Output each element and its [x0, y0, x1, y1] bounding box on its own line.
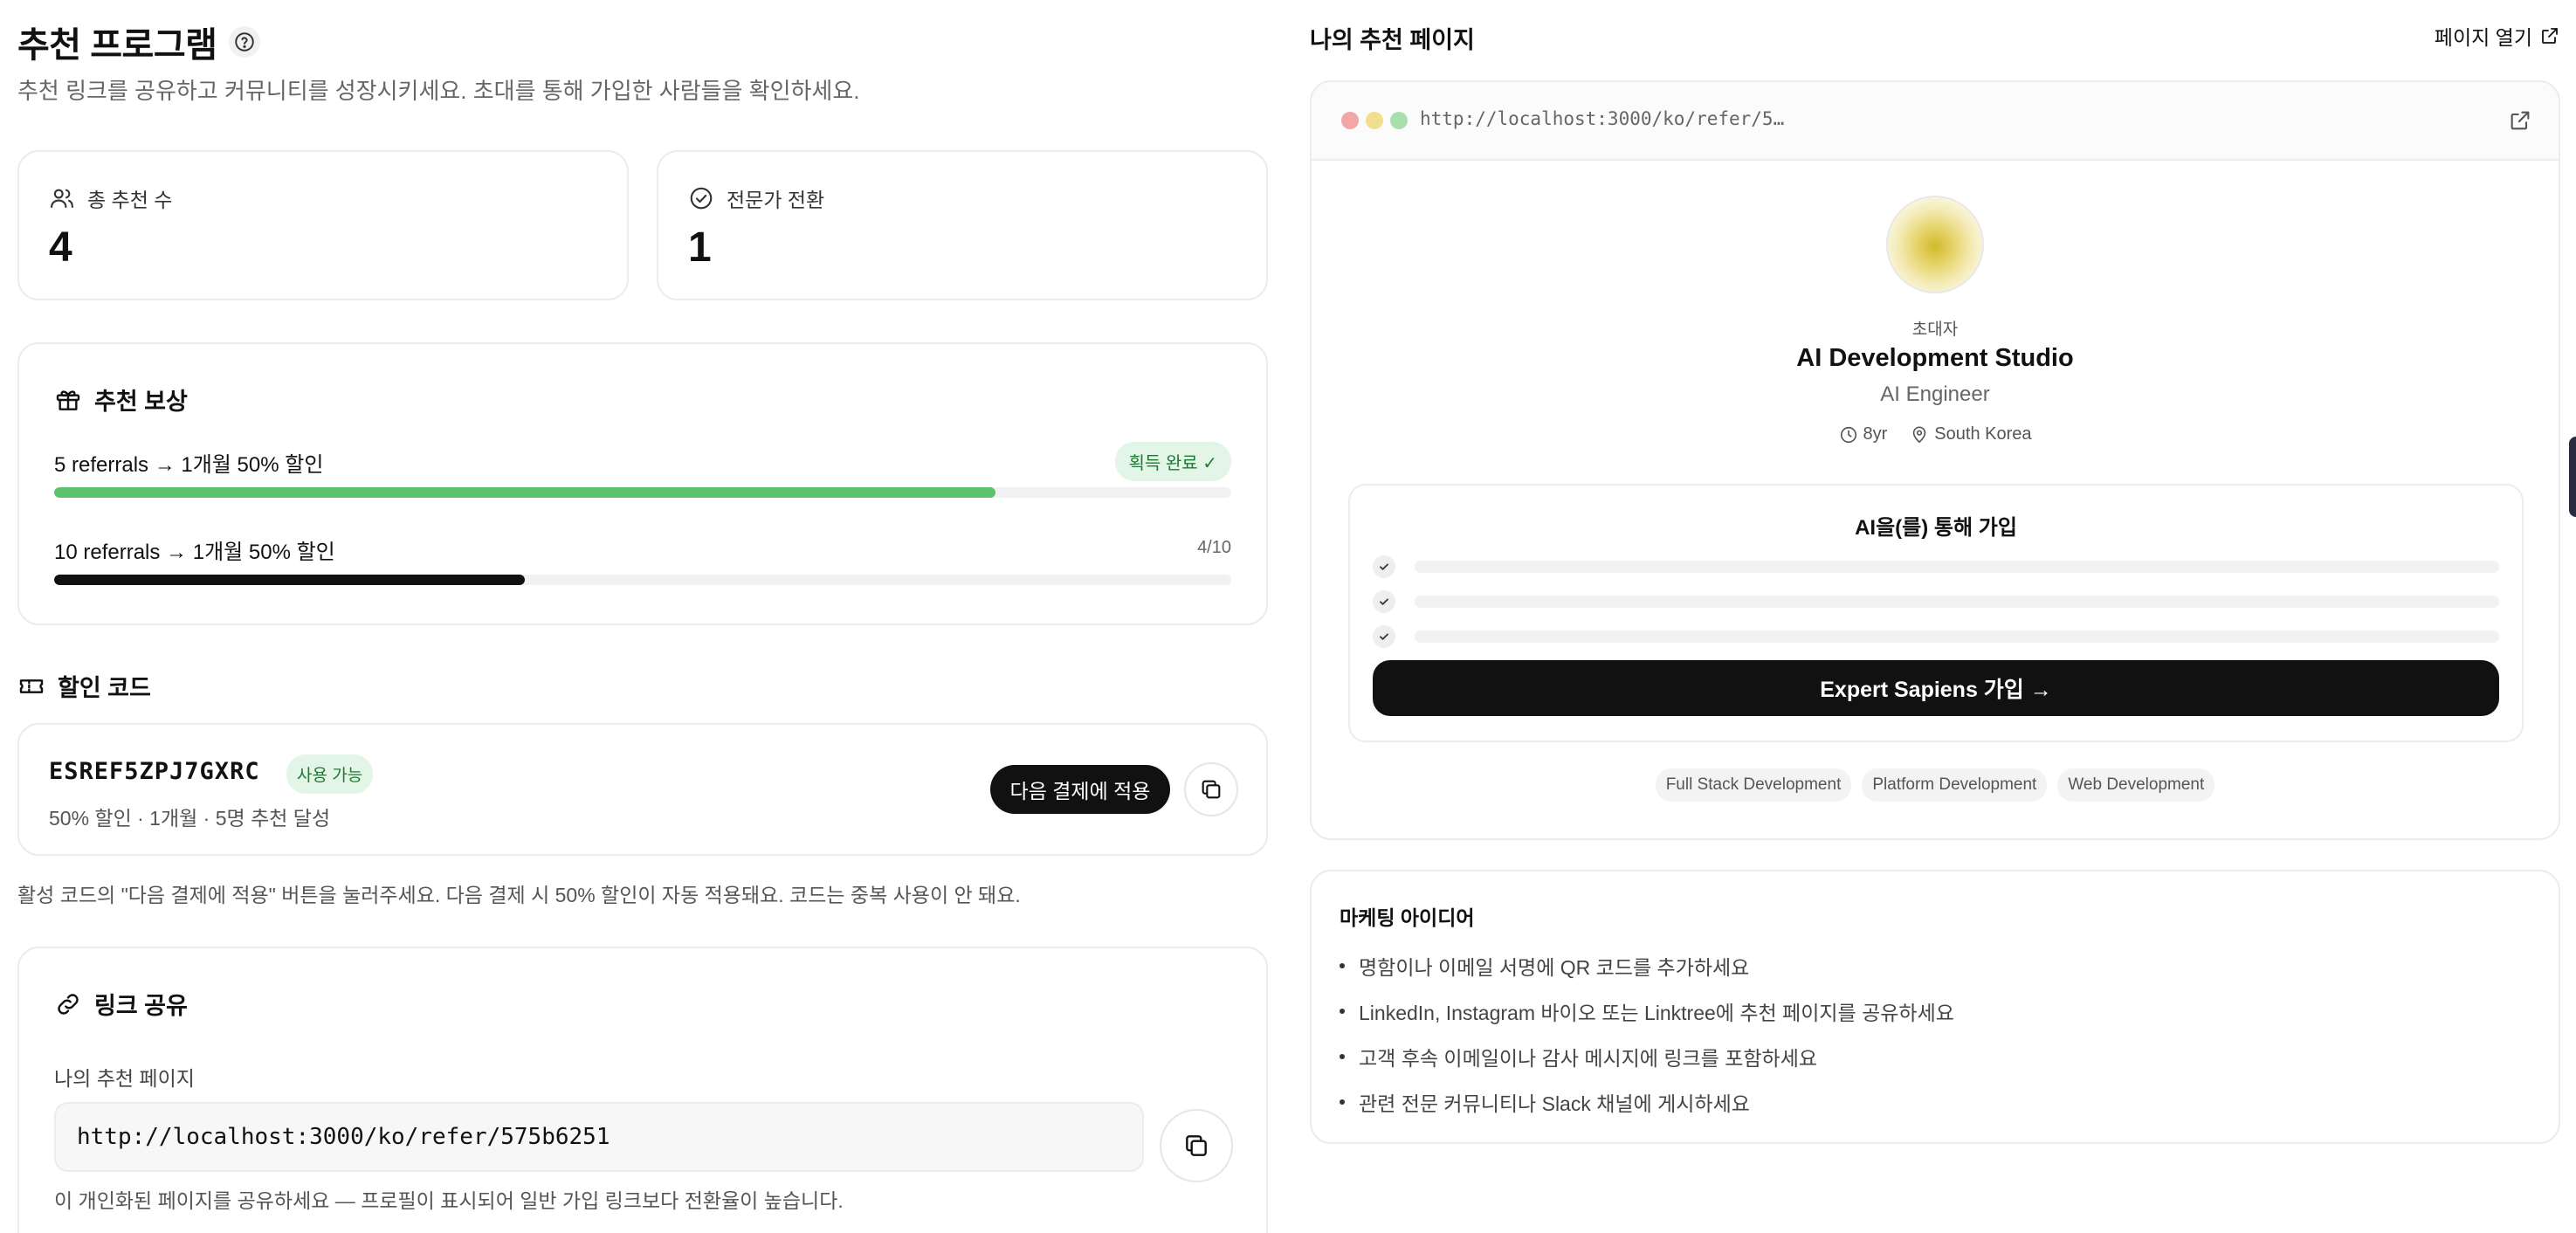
discount-code-card: ESREF5ZPJ7GXRC 사용 가능 50% 할인 · 1개월 · 5명 추… [17, 723, 1268, 856]
skill-tag: Web Development [2057, 768, 2215, 802]
copy-icon [1182, 1132, 1210, 1160]
external-link-icon[interactable] [2508, 108, 2532, 133]
benefit-row [1373, 555, 2499, 578]
inviter-meta: 8yr South Korea [1312, 424, 2559, 444]
list-item: 고객 후속 이메일이나 감사 메시지에 링크를 포함하세요 [1340, 1034, 1954, 1079]
share-heading: 링크 공유 [94, 993, 188, 1019]
check-icon [1373, 590, 1395, 613]
location-pin-icon [1910, 425, 1929, 444]
referral-url-field[interactable] [54, 1102, 1144, 1172]
discount-code[interactable]: ESREF5ZPJ7GXRC [49, 758, 260, 785]
clock-icon [1839, 425, 1858, 444]
stat-label: 전문가 전환 [727, 189, 825, 211]
reward-label: 10 referrals → 1개월 50% 할인 [54, 541, 335, 564]
inviter-role: AI Engineer [1880, 382, 1990, 406]
skeleton-line [1415, 596, 2499, 608]
inviter-label: 초대자 [1911, 320, 1959, 339]
rewards-heading: 추천 보상 [94, 389, 188, 415]
reward-tier-1: 5 referrals → 1개월 50% 할인 획득 완료 ✓ [54, 442, 1231, 499]
progress-fill [54, 487, 996, 498]
join-card: AI을(를) 통해 가입 Expert Sapiens 가입 → [1348, 484, 2524, 742]
share-note: 이 개인화된 페이지를 공유하세요 — 프로필이 표시되어 일반 가입 링크보다… [54, 1189, 844, 1212]
list-item: LinkedIn, Instagram 바이오 또는 Linktree에 추천 … [1340, 988, 1954, 1034]
copy-icon [1199, 777, 1223, 802]
help-icon[interactable] [229, 26, 261, 58]
link-icon [54, 990, 82, 1018]
copy-code-button[interactable] [1184, 762, 1238, 816]
reward-progress-count: 4/10 [1197, 538, 1231, 557]
copy-link-button[interactable] [1160, 1109, 1233, 1182]
marketing-title: 마케팅 아이디어 [1340, 906, 1475, 929]
avatar [1886, 196, 1984, 293]
check-icon [1373, 555, 1395, 578]
skeleton-line [1415, 561, 2499, 573]
check-icon [1373, 625, 1395, 648]
open-page-label: 페이지 열기 [2434, 26, 2532, 49]
skeleton-line [1415, 630, 2499, 643]
side-edge-tab[interactable] [2569, 437, 2576, 517]
discount-note: 활성 코드의 "다음 결제에 적용" 버튼을 눌러주세요. 다음 결제 시 50… [17, 884, 1021, 906]
reward-label: 5 referrals → 1개월 50% 할인 [54, 453, 324, 477]
discount-heading: 할인 코드 [58, 675, 151, 701]
benefit-row [1373, 590, 2499, 613]
browser-url: http://localhost:3000/ko/refer/5… [1420, 108, 1785, 129]
list-item: 관련 전문 커뮤니티나 Slack 채널에 게시하세요 [1340, 1079, 1954, 1125]
check-circle-icon [688, 185, 714, 211]
progress-fill [54, 575, 526, 585]
stat-card-total-referrals: 총 추천 수 4 [17, 150, 629, 300]
window-minimize-dot [1366, 112, 1383, 129]
browser-toolbar: http://localhost:3000/ko/refer/5… [1312, 82, 2559, 161]
rewards-card: 추천 보상 5 referrals → 1개월 50% 할인 획득 완료 ✓ 1… [17, 342, 1268, 625]
browser-preview: http://localhost:3000/ko/refer/5… 초대자 AI… [1310, 80, 2560, 840]
discount-description: 50% 할인 · 1개월 · 5명 추천 달성 [49, 807, 331, 830]
page-title: 추천 프로그램 [17, 26, 217, 65]
reward-tier-2: 10 referrals → 1개월 50% 할인 4/10 [54, 534, 1231, 587]
join-expert-sapiens-button[interactable]: Expert Sapiens 가입 → [1373, 660, 2499, 716]
benefit-row [1373, 625, 2499, 648]
available-badge: 사용 가능 [286, 754, 374, 794]
page-subtitle: 추천 링크를 공유하고 커뮤니티를 성장시키세요. 초대를 통해 가입한 사람들… [17, 78, 860, 104]
stat-value: 4 [49, 224, 72, 271]
window-close-dot [1341, 112, 1359, 129]
skill-tag: Platform Development [1862, 768, 2048, 802]
earned-badge: 획득 완료 ✓ [1114, 442, 1231, 481]
join-title: AI을(를) 통해 가입 [1855, 516, 2017, 540]
open-page-link[interactable]: 페이지 열기 [2435, 21, 2560, 51]
referral-page-label: 나의 추천 페이지 [54, 1067, 195, 1090]
skill-tags: Full Stack Development Platform Developm… [1312, 768, 2559, 802]
preview-title: 나의 추천 페이지 [1310, 27, 1475, 53]
stat-label: 총 추천 수 [87, 189, 173, 211]
marketing-ideas-card: 마케팅 아이디어 명함이나 이메일 서명에 QR 코드를 추가하세요 Linke… [1310, 870, 2560, 1144]
list-item: 명함이나 이메일 서명에 QR 코드를 추가하세요 [1340, 943, 1954, 988]
marketing-tips-list: 명함이나 이메일 서명에 QR 코드를 추가하세요 LinkedIn, Inst… [1340, 943, 1954, 1125]
gift-icon [54, 386, 82, 414]
apply-next-payment-button[interactable]: 다음 결제에 적용 [990, 765, 1170, 814]
progress-track [54, 487, 1231, 498]
inviter-name: AI Development Studio [1796, 344, 2074, 372]
progress-track [54, 575, 1231, 585]
stat-value: 1 [688, 224, 712, 271]
title-row: 추천 프로그램 [17, 17, 261, 66]
users-icon [49, 185, 75, 211]
external-link-icon [2539, 25, 2560, 46]
stat-card-expert-conversions: 전문가 전환 1 [657, 150, 1268, 300]
window-maximize-dot [1390, 112, 1408, 129]
share-link-card: 링크 공유 나의 추천 페이지 이 개인화된 페이지를 공유하세요 — 프로필이… [17, 947, 1268, 1233]
experience-text: 8yr [1863, 424, 1888, 444]
location-text: South Korea [1934, 424, 2032, 444]
ticket-icon [17, 672, 45, 700]
skill-tag: Full Stack Development [1655, 768, 1852, 802]
